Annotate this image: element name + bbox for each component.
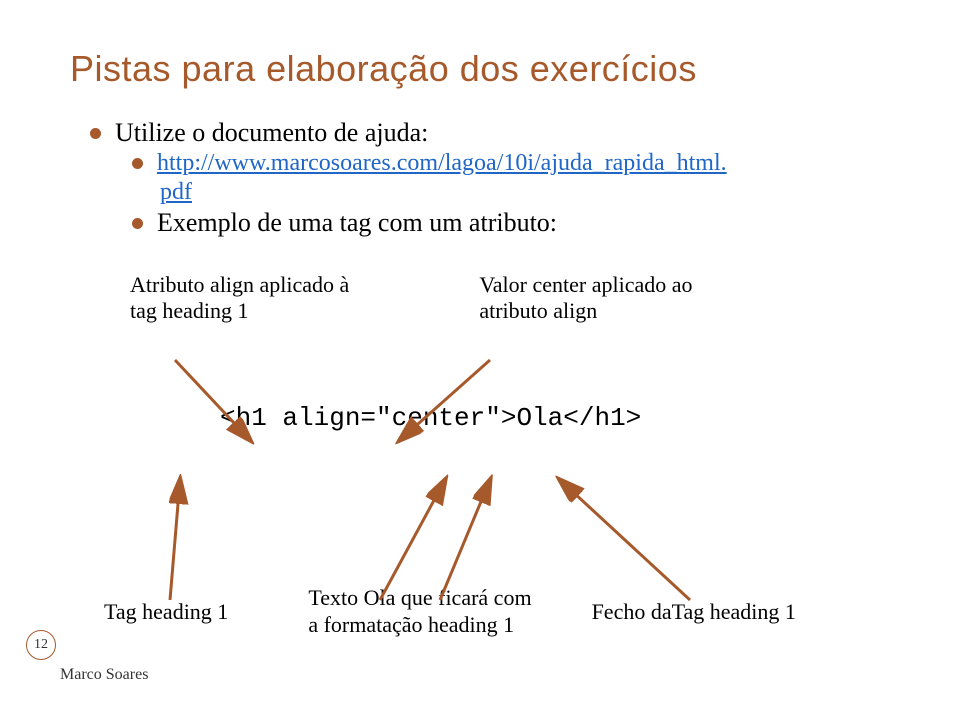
annotation-row-bottom: Tag heading 1 Texto Ola que ficará com a… <box>104 585 890 638</box>
annotation-row-top: Atributo align aplicado à tag heading 1 … <box>130 272 890 325</box>
annot-close-tag: Fecho daTag heading 1 <box>592 599 796 625</box>
annot-tag-heading: Tag heading 1 <box>104 599 228 625</box>
help-link-line2[interactable]: pdf <box>160 179 192 206</box>
annot-line: Texto Ola que ficará com <box>308 585 531 611</box>
page-number: 12 <box>26 630 56 660</box>
help-link-line1[interactable]: http://www.marcosoares.com/lagoa/10i/aju… <box>157 150 727 177</box>
bullet-icon <box>132 158 143 169</box>
bullet-utilize: Utilize o documento de ajuda: <box>90 118 890 148</box>
code-example: <h1 align="center">Ola</h1> <box>220 403 890 433</box>
annot-line: Valor center aplicado ao <box>479 272 692 298</box>
annot-line: a formatação heading 1 <box>308 612 531 638</box>
bullet-link: http://www.marcosoares.com/lagoa/10i/aju… <box>132 150 890 177</box>
bullet-text: Utilize o documento de ajuda: <box>115 118 428 148</box>
annot-value-center: Valor center aplicado ao atributo align <box>479 272 692 325</box>
bullet-text: Exemplo de uma tag com um atributo: <box>157 208 557 238</box>
annot-attribute-align: Atributo align aplicado à tag heading 1 <box>130 272 349 325</box>
footer-author: Marco Soares <box>60 666 148 684</box>
bullet-link-cont: pdf <box>160 179 890 206</box>
annot-text-ola: Texto Ola que ficará com a formatação he… <box>308 585 531 638</box>
annot-line: tag heading 1 <box>130 298 349 324</box>
bullet-icon <box>132 218 143 229</box>
annot-line: atributo align <box>479 298 692 324</box>
bullet-icon <box>90 128 101 139</box>
slide-title: Pistas para elaboração dos exercícios <box>70 48 890 90</box>
bullet-exemplo: Exemplo de uma tag com um atributo: <box>132 208 890 238</box>
annot-line: Atributo align aplicado à <box>130 272 349 298</box>
